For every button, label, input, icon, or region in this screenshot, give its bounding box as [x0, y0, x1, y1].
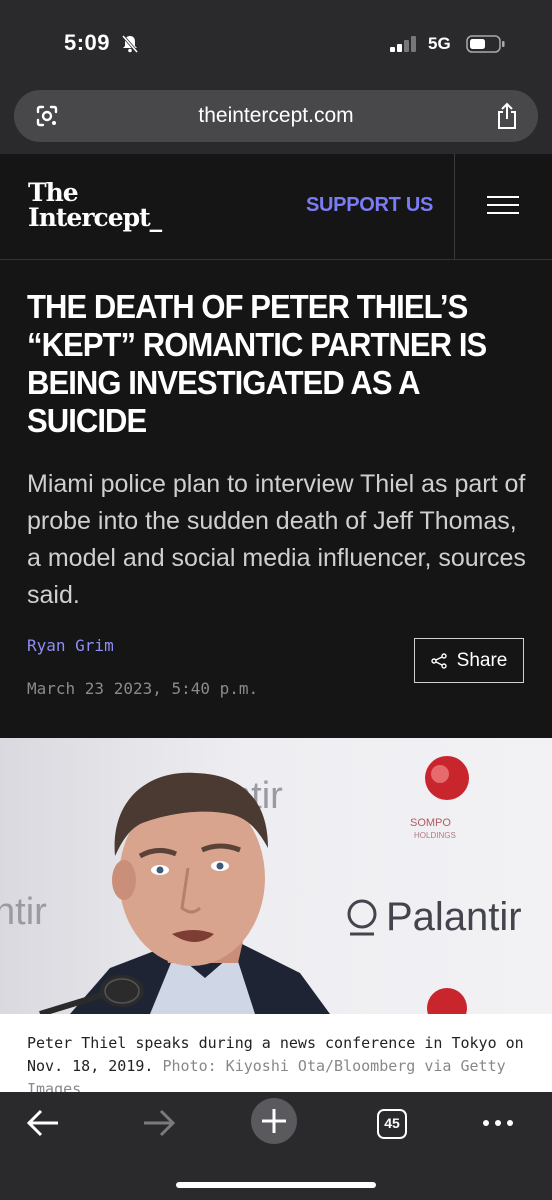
bell-muted-icon: [121, 35, 139, 53]
browser-address-area: theintercept.com: [0, 86, 552, 154]
photo-caption: Peter Thiel speaks during a news confere…: [0, 1014, 552, 1092]
battery-icon: [466, 35, 505, 53]
photo-illustration: ntir ntir Palantir SOMPO HOLDINGS: [0, 756, 522, 1014]
share-label: Share: [456, 649, 508, 671]
share-icon: [430, 652, 447, 669]
tab-switcher-button[interactable]: 45: [377, 1109, 407, 1139]
site-logo[interactable]: The Intercept_: [28, 178, 162, 232]
site-header: The Intercept_ SUPPORT US: [0, 154, 552, 260]
logo-line-1: The: [28, 178, 79, 207]
backdrop-text-3: Palantir: [386, 895, 522, 939]
back-arrow-icon[interactable]: [26, 1102, 60, 1144]
home-indicator[interactable]: [176, 1182, 376, 1188]
network-label: 5G: [428, 34, 451, 53]
more-options-icon[interactable]: [480, 1102, 516, 1144]
forward-arrow-icon[interactable]: [142, 1102, 176, 1144]
status-time: 5:09: [64, 30, 111, 55]
backdrop-text-5: HOLDINGS: [414, 831, 456, 840]
article-headline: THE DEATH OF PETER THIEL’S “KEPT” ROMANT…: [27, 288, 487, 439]
address-bar[interactable]: theintercept.com: [14, 90, 538, 142]
author-link[interactable]: Ryan Grim: [27, 636, 114, 655]
share-button[interactable]: Share: [414, 638, 524, 683]
backdrop-text-4: SOMPO: [410, 817, 451, 829]
logo-line-2: Intercept_: [28, 203, 162, 232]
backdrop-text-2: ntir: [0, 891, 47, 933]
share-page-icon[interactable]: [496, 102, 518, 130]
publish-date: March 23 2023, 5:40 p.m.: [27, 679, 259, 698]
new-tab-icon[interactable]: [250, 1097, 298, 1145]
status-bar: 5:09 5G: [0, 0, 552, 86]
support-us-link[interactable]: SUPPORT US: [306, 194, 433, 217]
signal-icon: [390, 36, 416, 52]
header-divider: [454, 154, 455, 260]
article-dek: Miami police plan to interview Thiel as …: [27, 470, 526, 609]
hamburger-menu-icon[interactable]: [486, 194, 520, 216]
url-text[interactable]: theintercept.com: [14, 104, 538, 128]
browser-toolbar: 45: [0, 1092, 552, 1200]
article-photo[interactable]: ntir ntir Palantir SOMPO HOLDINGS: [0, 738, 552, 1014]
article-header: THE DEATH OF PETER THIEL’S “KEPT” ROMANT…: [0, 260, 552, 738]
